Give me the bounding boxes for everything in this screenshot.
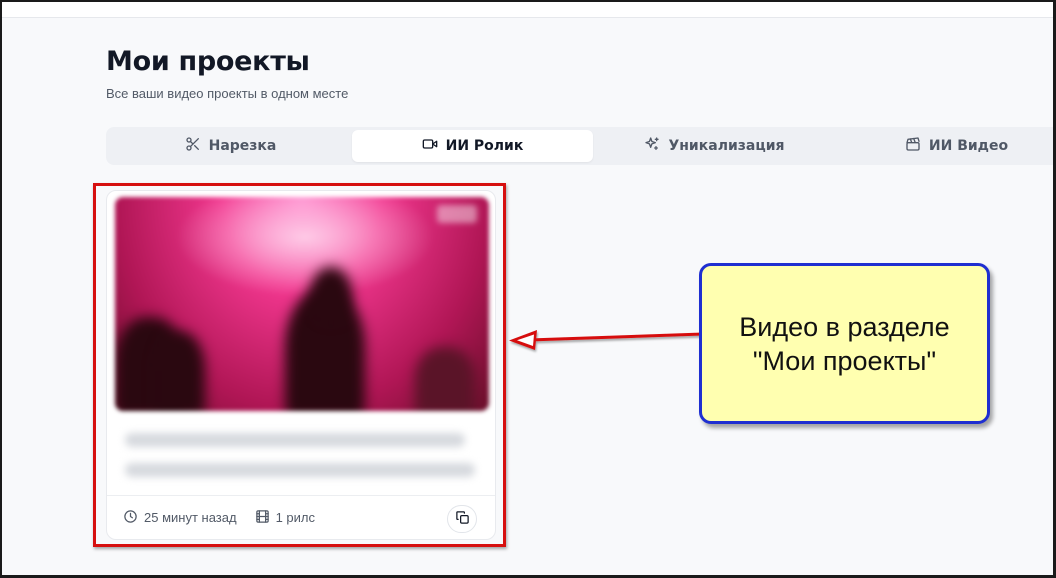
scissors-icon — [185, 136, 201, 156]
video-camera-icon — [422, 136, 438, 156]
annotation-callout: Видео в разделе "Мои проекты" — [699, 263, 990, 424]
tab-narezka[interactable]: Нарезка — [110, 130, 351, 162]
annotation-arrow — [509, 330, 704, 350]
tab-label: ИИ Ролик — [445, 138, 524, 154]
app-window: Мои проекты Все ваши видео проекты в одн… — [0, 0, 1056, 578]
clapperboard-icon — [905, 136, 921, 156]
highlight-box — [93, 183, 506, 547]
tab-label: Уникализация — [668, 138, 785, 154]
page-title: Мои проекты — [106, 46, 310, 77]
project-tabs: Нарезка ИИ Ролик Уникализация ИИ Видео — [106, 127, 1053, 165]
page-subtitle: Все ваши видео проекты в одном месте — [106, 86, 349, 101]
tab-label: Нарезка — [208, 138, 277, 154]
callout-line-1: Видео в разделе — [739, 311, 950, 342]
top-bar — [2, 2, 1053, 18]
tab-label: ИИ Видео — [928, 138, 1009, 154]
callout-line-2: "Мои проекты" — [752, 345, 937, 376]
tab-unikalizatsiya[interactable]: Уникализация — [594, 130, 835, 162]
sparkles-icon — [644, 136, 660, 156]
tab-ai-reel[interactable]: ИИ Ролик — [352, 130, 593, 162]
tab-ai-video[interactable]: ИИ Видео — [836, 130, 1053, 162]
